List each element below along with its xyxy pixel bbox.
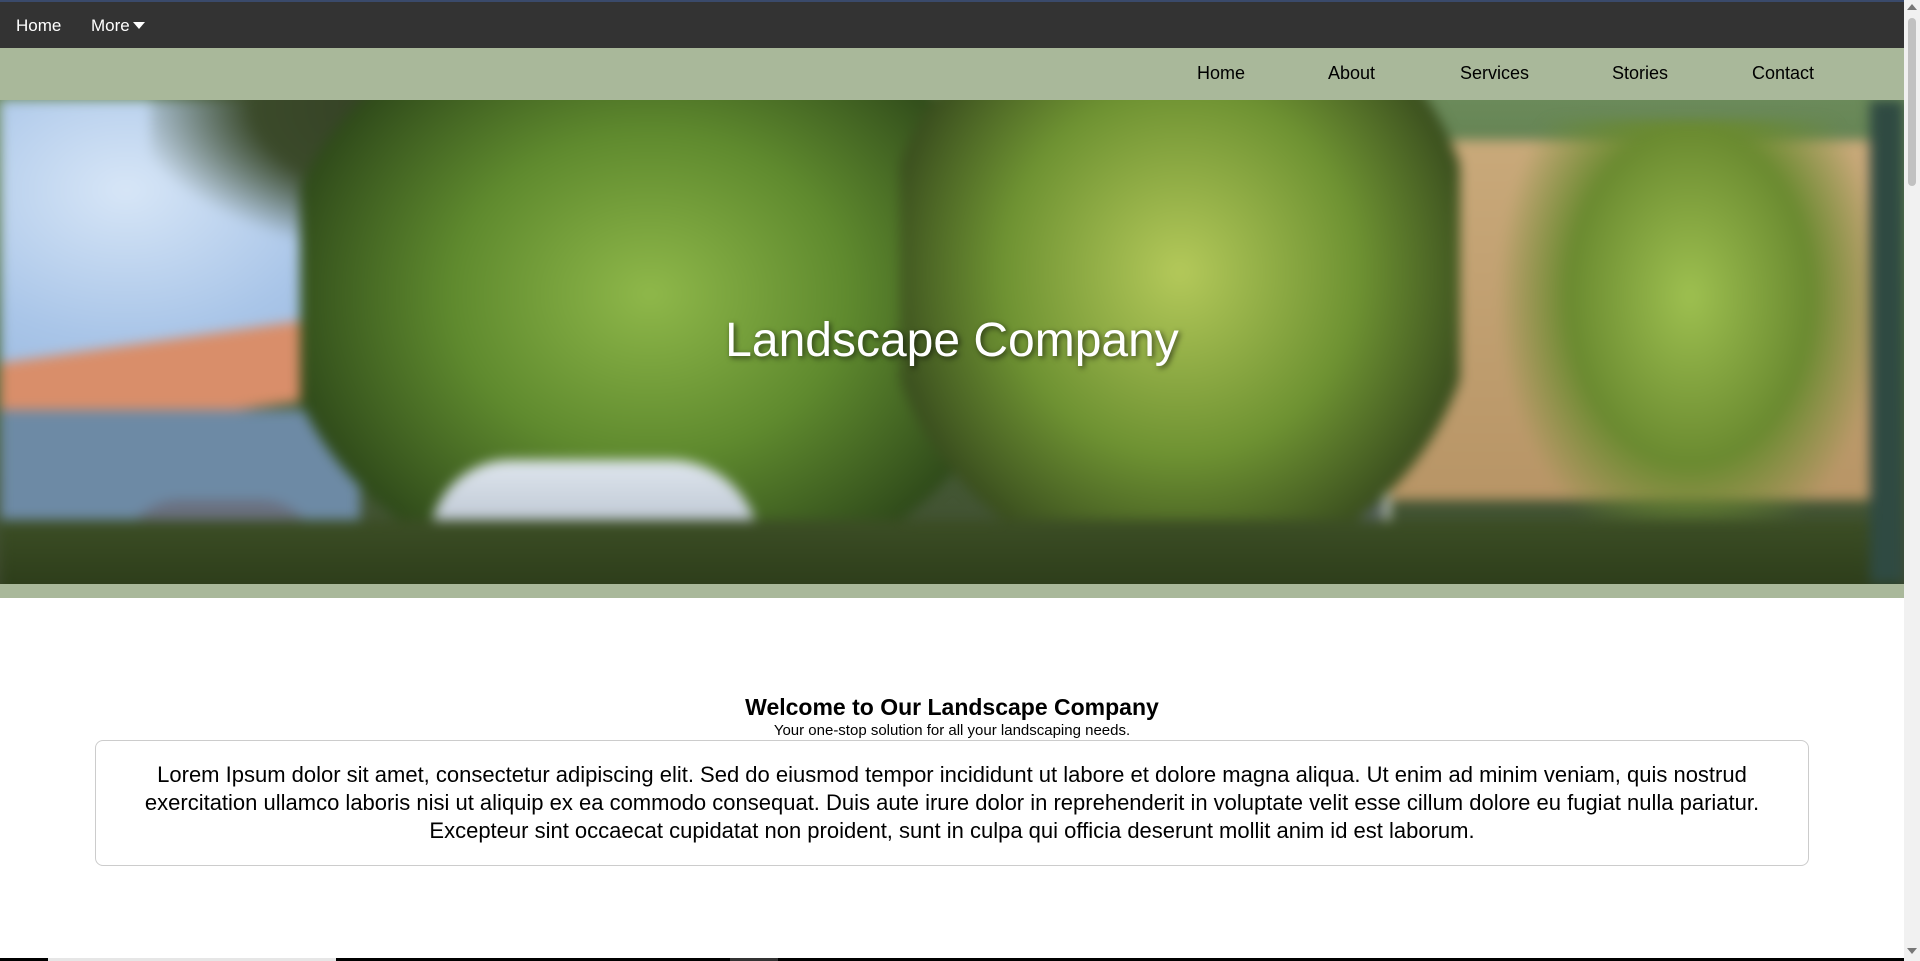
scroll-up-arrow-icon[interactable] bbox=[1907, 4, 1917, 10]
nav-item-contact[interactable]: Contact bbox=[1752, 63, 1814, 84]
caret-down-icon bbox=[132, 22, 145, 29]
nav-item-about[interactable]: About bbox=[1328, 63, 1375, 84]
main-navbar: Home About Services Stories Contact bbox=[0, 48, 1904, 100]
hero-title: Landscape Company bbox=[725, 314, 1179, 367]
welcome-subtitle: Your one-stop solution for all your land… bbox=[773, 722, 1131, 739]
top-navbar: Home More bbox=[0, 0, 1904, 48]
divider-strip bbox=[0, 584, 1904, 598]
topbar-more-dropdown[interactable]: More bbox=[91, 16, 145, 36]
nav-item-services[interactable]: Services bbox=[1460, 63, 1529, 84]
welcome-text-box: Lorem Ipsum dolor sit amet, consectetur … bbox=[95, 740, 1809, 866]
welcome-body-text: Lorem Ipsum dolor sit amet, consectetur … bbox=[144, 762, 1760, 843]
page: Home More Home About Services Stories Co… bbox=[0, 0, 1904, 961]
hero-banner: Landscape Company bbox=[0, 100, 1904, 584]
nav-item-home[interactable]: Home bbox=[1197, 63, 1245, 84]
scrollbar-thumb[interactable] bbox=[1908, 18, 1916, 186]
welcome-heading: Welcome to Our Landscape Company bbox=[745, 694, 1159, 720]
topbar-more-label: More bbox=[91, 16, 130, 35]
scroll-down-arrow-icon[interactable] bbox=[1907, 948, 1917, 954]
topbar-home-link[interactable]: Home bbox=[16, 16, 61, 36]
nav-item-stories[interactable]: Stories bbox=[1612, 63, 1668, 84]
